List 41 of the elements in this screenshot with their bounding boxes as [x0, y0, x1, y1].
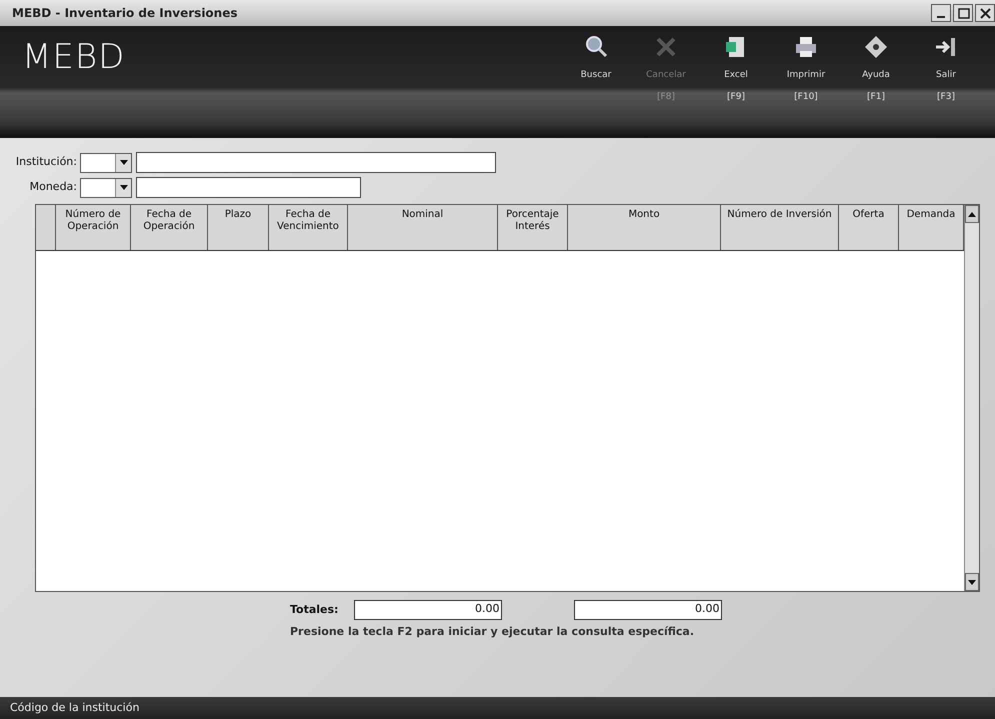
dropdown-arrow-icon — [120, 185, 128, 190]
field-label: Moneda: — [28, 179, 78, 196]
code-dropdown[interactable] — [80, 152, 132, 172]
status-bar: Código de la institución — [0, 697, 995, 719]
dropdown-arrow-icon — [120, 160, 128, 165]
help-icon — [863, 34, 889, 60]
scrollbar[interactable] — [964, 205, 979, 591]
search-icon — [583, 34, 609, 60]
minimize-icon — [937, 15, 945, 19]
column-header[interactable]: Número de Operación — [56, 205, 131, 250]
column-header[interactable]: Fecha de Vencimiento — [269, 205, 348, 250]
scroll-down-icon[interactable] — [968, 580, 976, 584]
app-logo: MEBD — [22, 36, 126, 79]
text-field[interactable] — [136, 152, 496, 173]
window-title: MEBD - Inventario de Inversiones — [12, 5, 238, 22]
column-header[interactable]: Porcentaje Interés — [498, 205, 568, 250]
hint-text: Presione la tecla F2 para iniciar y ejecutar la consulta específica. — [290, 624, 694, 640]
column-header[interactable]: Monto — [568, 205, 721, 250]
close-button[interactable] — [975, 4, 995, 22]
code-dropdown[interactable] — [80, 178, 132, 198]
totals-label: Totales: — [290, 602, 338, 618]
column-header[interactable]: Nominal — [348, 205, 498, 250]
total-field: 0.00 — [354, 600, 502, 620]
column-header[interactable]: Plazo — [208, 205, 269, 250]
field-label: Institución: — [14, 154, 78, 170]
column-header[interactable]: Oferta — [839, 205, 899, 250]
minimize-button[interactable] — [931, 4, 951, 22]
column-header[interactable]: Número de Inversión — [721, 205, 839, 250]
scroll-up-icon[interactable] — [968, 212, 976, 216]
toolbar-button[interactable]: Salir [F3] — [911, 26, 981, 138]
total-field: 0.00 — [574, 600, 722, 620]
toolbar-button[interactable]: Ayuda [F1] — [841, 26, 911, 138]
maximize-icon — [956, 6, 970, 20]
toolbar-button[interactable]: Imprimir [F10] — [771, 26, 841, 138]
maximize-button[interactable] — [953, 4, 973, 22]
toolbar-button[interactable]: Buscar — [561, 26, 631, 138]
printer-icon — [793, 34, 819, 60]
column-header[interactable]: Fecha de Operación — [131, 205, 208, 250]
text-field[interactable] — [136, 177, 361, 198]
toolbar-button[interactable]: Excel [F9] — [701, 26, 771, 138]
close-icon — [978, 6, 992, 20]
